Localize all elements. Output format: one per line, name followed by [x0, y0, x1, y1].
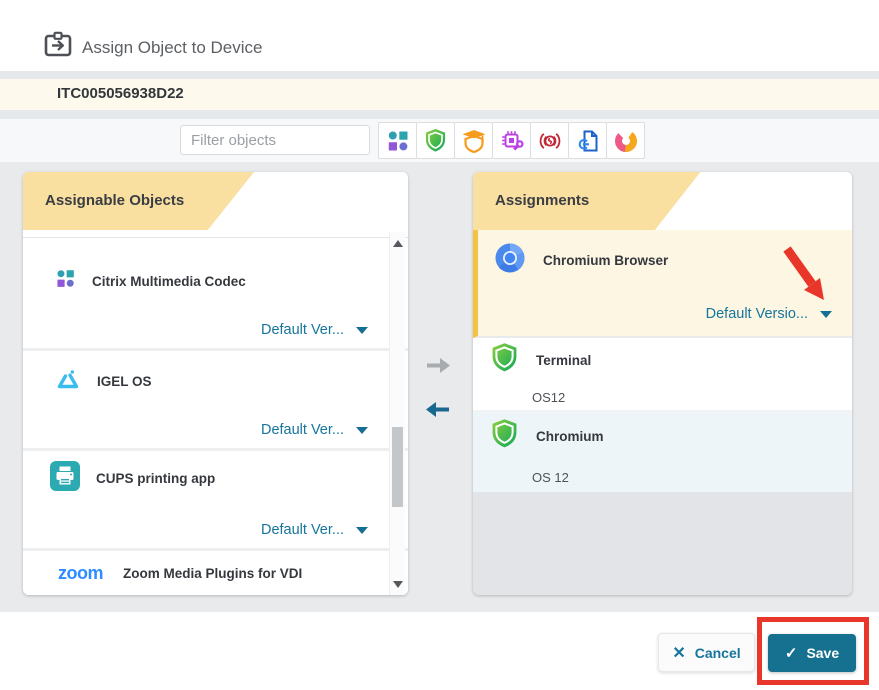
item-label: IGEL OS: [97, 374, 152, 389]
assign-right-button[interactable]: [422, 354, 456, 380]
list-scrollbar[interactable]: [389, 232, 405, 595]
chip-wrench-icon[interactable]: [492, 122, 531, 159]
scroll-up-button[interactable]: [390, 234, 405, 252]
arrow-right-icon: [425, 355, 453, 376]
apps-grid-icon[interactable]: [378, 122, 417, 159]
zoom-logo: zoom: [58, 563, 103, 584]
item-label: Terminal: [536, 353, 591, 368]
assignment-item-chromium[interactable]: Chromium OS 12: [473, 412, 852, 492]
assignment-item-terminal[interactable]: Terminal OS12: [473, 338, 852, 412]
scroll-down-button[interactable]: [390, 575, 405, 593]
shield-graduation-icon[interactable]: [454, 122, 493, 159]
list-item-igel-os[interactable]: IGEL OS Default Ver...: [23, 351, 408, 451]
triangle-down-icon: [393, 581, 403, 588]
item-label: Citrix Multimedia Codec: [92, 274, 246, 289]
list-item-zoom-media-plugins[interactable]: zoom Zoom Media Plugins for VDI: [23, 551, 408, 595]
assign-object-dialog: Assign Object to Device ITC005056938D22: [0, 0, 879, 690]
cups-printer-icon: [50, 461, 80, 496]
assignable-objects-list: Default Ver...: [23, 230, 408, 595]
object-type-filter-buttons: [379, 122, 645, 159]
check-icon: ✓: [785, 644, 798, 662]
version-dropdown[interactable]: Default Ver...: [261, 230, 368, 234]
version-dropdown[interactable]: Default Ver...: [261, 522, 368, 538]
filter-toolbar: [0, 119, 879, 162]
device-id: ITC005056938D22: [57, 85, 184, 102]
partially-scrolled-item: Default Ver...: [23, 230, 408, 238]
chevron-down-icon: [356, 327, 368, 334]
assignments-panel: Assignments Chromium Browser: [473, 172, 852, 595]
assignment-item-chromium-browser[interactable]: Chromium Browser Default Versio...: [473, 230, 852, 338]
assign-object-icon: [44, 31, 72, 63]
shield-green-icon[interactable]: [416, 122, 455, 159]
color-segments-icon[interactable]: [606, 122, 645, 159]
broadcast-ring-icon[interactable]: [530, 122, 569, 159]
chromium-browser-icon: [494, 242, 526, 279]
list-item-citrix-multimedia-codec[interactable]: Citrix Multimedia Codec Default Ver...: [23, 238, 408, 351]
chevron-down-icon: [356, 527, 368, 534]
assignable-objects-header: Assignable Objects: [23, 172, 408, 230]
citrix-app-icon: [55, 268, 76, 294]
save-button[interactable]: ✓ Save: [768, 634, 856, 672]
dialog-titlebar: Assign Object to Device: [0, 0, 879, 71]
list-item-cups-printing-app[interactable]: CUPS printing app Default Ver...: [23, 451, 408, 551]
assignable-objects-title: Assignable Objects: [45, 192, 184, 209]
version-dropdown[interactable]: Default Ver...: [261, 322, 368, 338]
dialog-title: Assign Object to Device: [82, 38, 262, 58]
scrollbar-thumb[interactable]: [392, 427, 403, 507]
version-dropdown[interactable]: Default Versio...: [706, 306, 832, 322]
item-label: CUPS printing app: [96, 471, 215, 486]
item-label: Zoom Media Plugins for VDI: [123, 566, 302, 581]
chevron-down-icon: [820, 311, 832, 318]
filter-input[interactable]: [180, 125, 370, 155]
profile-shield-icon: [490, 418, 519, 454]
device-row: ITC005056938D22: [0, 79, 879, 110]
file-clip-icon[interactable]: [568, 122, 607, 159]
arrow-left-icon: [423, 399, 451, 420]
assignments-title: Assignments: [495, 192, 589, 209]
close-icon: ✕: [672, 643, 685, 663]
dual-list-area: Assignable Objects Default Ver...: [0, 162, 879, 612]
cancel-button[interactable]: ✕ Cancel: [658, 633, 755, 672]
version-dropdown[interactable]: Default Ver...: [261, 422, 368, 438]
igel-os-icon: [55, 367, 81, 396]
item-os-version: OS 12: [532, 470, 569, 485]
assignable-objects-panel: Assignable Objects Default Ver...: [23, 172, 408, 595]
divider-strip: [0, 110, 879, 119]
chevron-down-icon: [356, 427, 368, 434]
item-label: Chromium Browser: [543, 253, 668, 268]
assignments-header: Assignments: [473, 172, 852, 230]
triangle-up-icon: [393, 240, 403, 247]
divider-strip: [0, 71, 879, 79]
item-os-version: OS12: [532, 390, 565, 405]
profile-shield-icon: [490, 342, 519, 378]
item-label: Chromium: [536, 429, 604, 444]
dialog-footer: ✕ Cancel ✓ Save: [0, 612, 879, 690]
unassign-left-button[interactable]: [420, 398, 454, 424]
